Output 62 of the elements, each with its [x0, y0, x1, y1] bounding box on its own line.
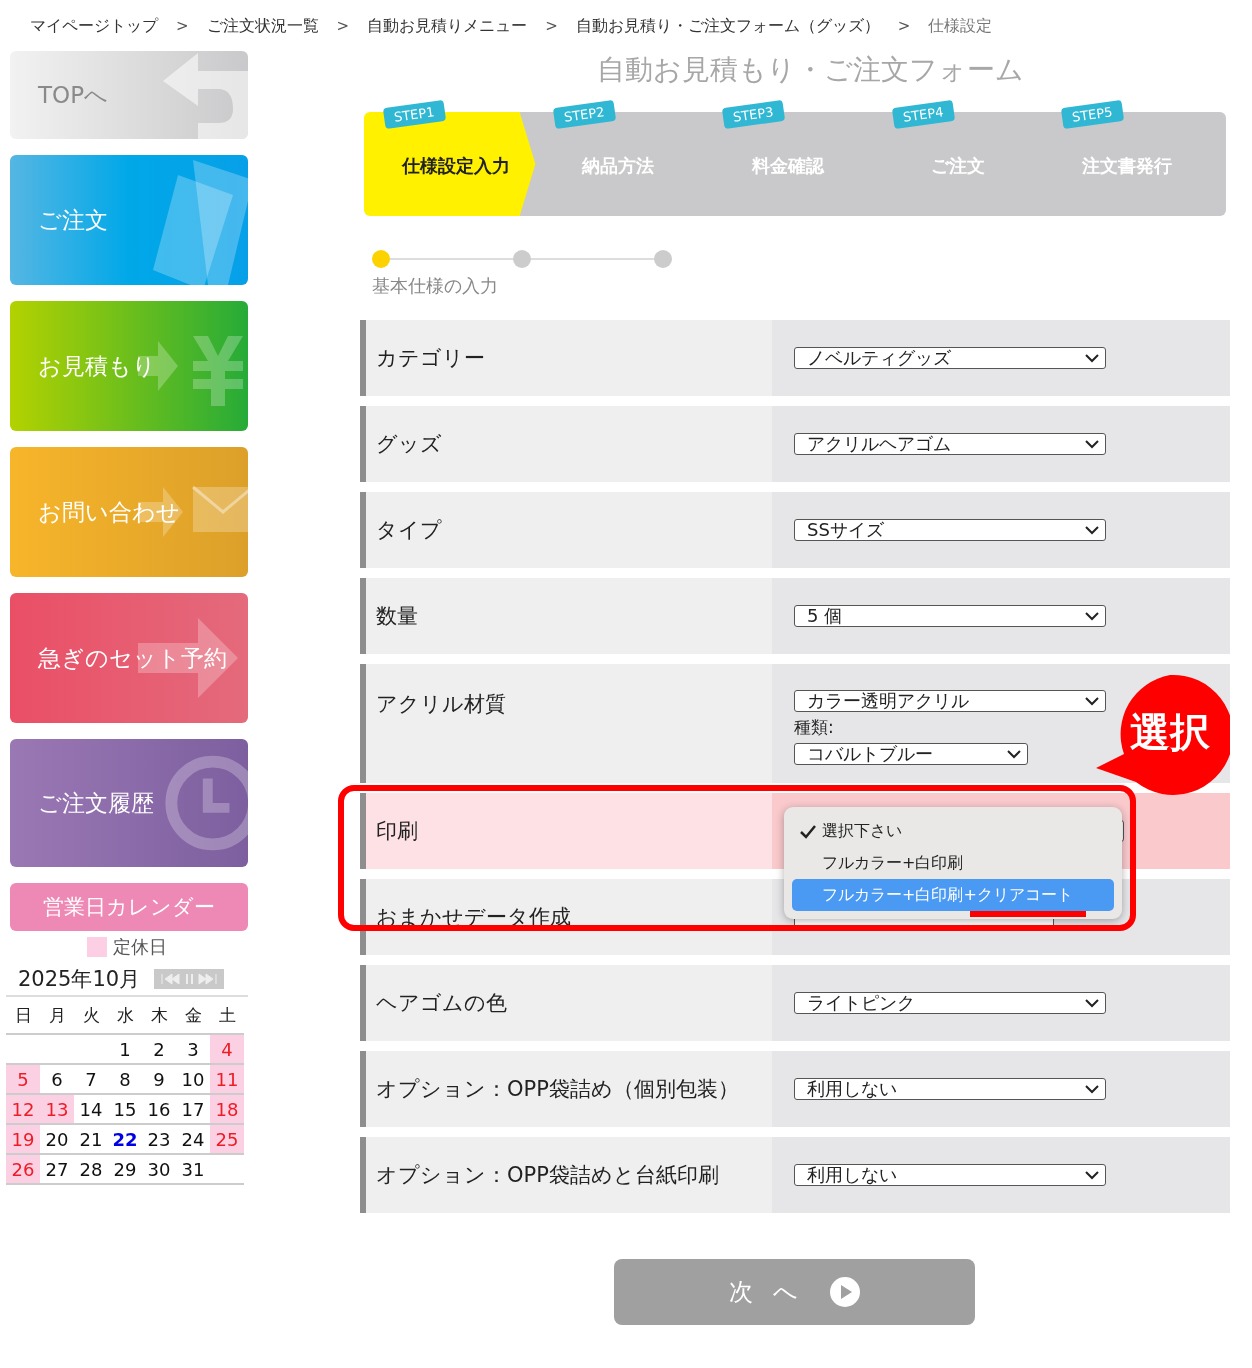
calendar-day: 26: [6, 1155, 40, 1185]
breadcrumb-link[interactable]: ご注文状況一覧: [206, 15, 319, 37]
page-title: 自動お見積もり・ご注文フォーム: [595, 52, 1025, 88]
form-label: オプション：OPP袋詰め（個別包装）: [360, 1051, 772, 1127]
dropdown-option[interactable]: 選択下さい: [792, 815, 1114, 847]
chevron-down-icon: [1007, 749, 1021, 759]
substep-label: 基本仕様の入力: [372, 274, 499, 298]
select-field[interactable]: 利用しない: [794, 1164, 1106, 1186]
form-label: カテゴリー: [360, 320, 772, 396]
chevron-down-icon: [1085, 439, 1099, 449]
breadcrumb-separator: >: [897, 17, 911, 35]
holiday-swatch: [87, 937, 107, 957]
weekday-label: 日: [6, 997, 40, 1035]
play-icon: [829, 1277, 860, 1307]
breadcrumb-separator: >: [176, 17, 189, 35]
calendar-day: 5: [6, 1065, 40, 1095]
select-field[interactable]: ノベルティグッズ: [794, 347, 1106, 369]
breadcrumb-link[interactable]: 自動お見積りメニュー: [367, 15, 528, 37]
breadcrumb-current: 仕様設定: [928, 15, 993, 37]
field-caption: 種類:: [794, 716, 834, 739]
calendar-day: 11: [210, 1065, 244, 1095]
calendar-day: 13: [40, 1095, 74, 1125]
weekday-label: 火: [74, 997, 108, 1035]
chevron-down-icon: [1085, 611, 1099, 621]
chevron-down-icon: [1085, 525, 1099, 535]
breadcrumb-separator: >: [545, 17, 558, 35]
chevron-down-icon: [1085, 1084, 1099, 1094]
chevron-down-icon: [1085, 998, 1099, 1008]
select-field[interactable]: 5 個: [794, 605, 1106, 627]
calendar-day: 18: [210, 1095, 244, 1125]
form-label: オプション：OPP袋詰めと台紙印刷: [360, 1137, 772, 1213]
breadcrumb-link[interactable]: マイページトップ: [30, 15, 158, 37]
calendar-nav-icon[interactable]: [154, 969, 225, 989]
calendar-day: 25: [210, 1125, 244, 1155]
calendar-day: 12: [6, 1095, 40, 1125]
form-label: アクリル材質: [360, 664, 772, 783]
select-field[interactable]: ライトピンク: [794, 992, 1106, 1014]
select-field[interactable]: カラー透明アクリル: [794, 690, 1106, 712]
calendar-month: 2025年10月: [18, 966, 141, 993]
form-label: グッズ: [360, 406, 772, 482]
callout-bubble: 選択: [1096, 674, 1230, 796]
form-label: 印刷: [360, 793, 772, 869]
form-label: タイプ: [360, 492, 772, 568]
calendar-day: 19: [6, 1125, 40, 1155]
breadcrumb-separator: >: [336, 17, 350, 35]
checkmark-icon: [800, 825, 816, 839]
dropdown-option[interactable]: フルカラー+白印刷: [792, 847, 1114, 879]
calendar-header: 営業日カレンダー: [10, 883, 248, 931]
select-field[interactable]: アクリルヘアゴム: [794, 433, 1106, 455]
legend-label: 定休日: [113, 935, 167, 959]
chevron-down-icon: [1085, 353, 1099, 363]
chevron-down-icon: [1085, 696, 1099, 706]
chevron-down-icon: [1085, 1170, 1099, 1180]
form-label: 数量: [360, 578, 772, 654]
breadcrumb-link[interactable]: 自動お見積り・ご注文フォーム（グッズ）: [575, 15, 880, 37]
form-label: ヘアゴムの色: [360, 965, 772, 1041]
sidebar-nav-button[interactable]: ご注文履歴: [10, 739, 248, 867]
calendar-day: 4: [210, 1035, 244, 1065]
select-field[interactable]: SSサイズ: [794, 519, 1106, 541]
weekday-label: 月: [40, 997, 74, 1035]
select-field[interactable]: コバルトブルー: [794, 743, 1028, 765]
select-field[interactable]: 利用しない: [794, 1078, 1106, 1100]
